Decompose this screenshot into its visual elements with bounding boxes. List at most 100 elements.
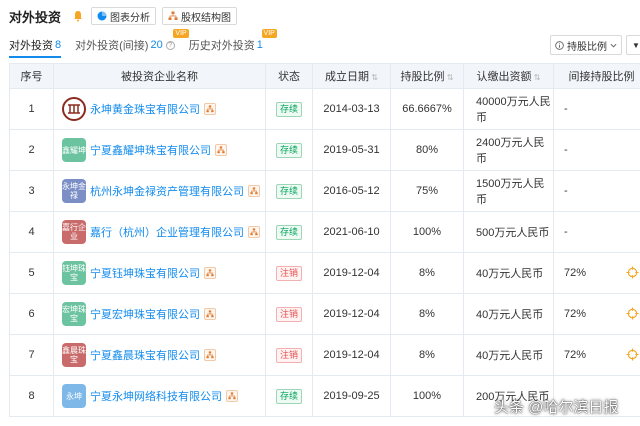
capital-cell: 500万元人民币 bbox=[463, 211, 554, 253]
column-header-index: 序号 bbox=[9, 63, 54, 89]
company-name-link[interactable]: 宁夏永坤网络科技有限公司 bbox=[90, 388, 222, 404]
watermark: 头条 @哈尔滨日报 bbox=[494, 399, 619, 416]
status-cell: 存续 bbox=[265, 88, 313, 130]
indirect-ratio-cell: - bbox=[553, 88, 640, 130]
header-bar: 对外投资 图表分析 股权结构图 bbox=[0, 0, 640, 32]
capital-cell: 1500万元人民币 bbox=[463, 170, 554, 212]
crosshair-icon[interactable] bbox=[626, 307, 639, 320]
company-cell: 鑫晨珠宝 宁夏鑫晨珠宝有限公司 bbox=[53, 334, 266, 376]
indirect-ratio-value: 72% bbox=[564, 308, 587, 320]
column-header-company: 被投资企业名称 bbox=[53, 63, 266, 89]
company-name-link[interactable]: 宁夏鑫耀坤珠宝有限公司 bbox=[90, 142, 211, 158]
tab-indirect-investment[interactable]: 对外投资(间接) 20? VIP bbox=[75, 29, 189, 58]
date-cell: 2021-06-10 bbox=[312, 211, 391, 253]
ratio-cell: 8% bbox=[390, 334, 464, 376]
chart-analysis-button[interactable]: 图表分析 bbox=[91, 7, 157, 25]
status-cell: 注销 bbox=[265, 252, 313, 294]
chart-analysis-label: 图表分析 bbox=[110, 12, 151, 24]
tab-outbound-investment[interactable]: 对外投资 8 bbox=[9, 32, 62, 58]
indirect-ratio-value: - bbox=[564, 226, 568, 238]
equity-structure-button[interactable]: 股权结构图 bbox=[162, 7, 238, 25]
table-row[interactable]: 6 宏坤珠宝 宁夏宏坤珠宝有限公司 注销 2019-12-04 8% 40万元人民币 72% bbox=[9, 293, 640, 335]
company-name-link[interactable]: 永坤黄金珠宝有限公司 bbox=[90, 101, 200, 117]
ratio-cell: 80% bbox=[390, 129, 464, 171]
ratio-cell: 100% bbox=[390, 375, 464, 417]
date-cell: 2019-12-04 bbox=[312, 252, 391, 294]
status-badge: 存续 bbox=[275, 388, 302, 404]
status-cell: 注销 bbox=[265, 293, 313, 335]
indirect-ratio-value: 72% bbox=[564, 349, 587, 361]
company-cell: 嘉行企业 嘉行（杭州）企业管理有限公司 bbox=[53, 211, 266, 253]
status-badge: 存续 bbox=[275, 101, 302, 117]
org-chart-icon[interactable] bbox=[248, 226, 260, 238]
company-logo: 宏坤珠宝 bbox=[62, 302, 86, 326]
column-header-ratio-label: 持股比例 bbox=[400, 71, 445, 83]
date-cell: 2019-09-25 bbox=[312, 375, 391, 417]
date-cell: 2019-12-04 bbox=[312, 334, 391, 376]
company-cell: 永坤金禄 杭州永坤金禄资产管理有限公司 bbox=[53, 170, 266, 212]
company-logo: 永坤金禄 bbox=[62, 179, 86, 203]
column-header-ratio[interactable]: 持股比例 bbox=[390, 63, 464, 89]
sort-button-label: 持股比例 bbox=[567, 41, 607, 53]
status-badge: 注销 bbox=[275, 347, 302, 363]
org-chart-icon[interactable] bbox=[204, 267, 216, 279]
status-badge: 存续 bbox=[275, 183, 302, 199]
indirect-ratio-cell: - bbox=[553, 211, 640, 253]
org-chart-icon[interactable] bbox=[204, 103, 216, 115]
indirect-ratio-value: - bbox=[564, 103, 568, 115]
indirect-ratio-value: - bbox=[564, 185, 568, 197]
tab-label: 对外投资(间接) bbox=[75, 40, 149, 52]
company-cell: 永坤 宁夏永坤网络科技有限公司 bbox=[53, 375, 266, 417]
help-icon[interactable]: ? bbox=[165, 40, 175, 50]
capital-cell: 40万元人民币 bbox=[463, 252, 554, 294]
company-logo: 嘉行企业 bbox=[62, 220, 86, 244]
table-row[interactable]: 2 鑫耀坤 宁夏鑫耀坤珠宝有限公司 存续 2019-05-31 80% 2400万元人民币 - bbox=[9, 129, 640, 171]
status-badge: 注销 bbox=[275, 265, 302, 281]
company-name-link[interactable]: 宁夏鑫晨珠宝有限公司 bbox=[90, 347, 200, 363]
table-row[interactable]: 3 永坤金禄 杭州永坤金禄资产管理有限公司 存续 2016-05-12 75% 1500万元… bbox=[9, 170, 640, 212]
company-name-link[interactable]: 杭州永坤金禄资产管理有限公司 bbox=[90, 183, 244, 199]
ratio-cell: 66.6667% bbox=[390, 88, 464, 130]
status-badge: 注销 bbox=[275, 306, 302, 322]
status-cell: 注销 bbox=[265, 334, 313, 376]
tab-history-investment[interactable]: 历史对外投资 1 VIP bbox=[188, 29, 277, 58]
org-chart-icon[interactable] bbox=[226, 390, 238, 402]
pie-chart-icon bbox=[97, 11, 107, 21]
date-cell: 2019-12-04 bbox=[312, 293, 391, 335]
crosshair-icon[interactable] bbox=[626, 348, 639, 361]
table-row[interactable]: 5 钰坤珠宝 宁夏钰坤珠宝有限公司 注销 2019-12-04 8% 40万元人民币 72% bbox=[9, 252, 640, 294]
sort-dropdown-button[interactable]: 持股比例 bbox=[550, 35, 622, 55]
indirect-ratio-cell: 72% bbox=[553, 293, 640, 335]
date-cell: 2016-05-12 bbox=[312, 170, 391, 212]
org-chart-icon[interactable] bbox=[248, 185, 260, 197]
equity-structure-label: 股权结构图 bbox=[181, 12, 232, 24]
tab-label: 历史对外投资 bbox=[188, 40, 255, 52]
org-chart-icon[interactable] bbox=[215, 144, 227, 156]
row-index: 2 bbox=[9, 129, 54, 171]
column-header-capital[interactable]: 认缴出资额 bbox=[463, 63, 554, 89]
company-name-link[interactable]: 嘉行（杭州）企业管理有限公司 bbox=[90, 224, 244, 240]
bell-icon[interactable] bbox=[71, 9, 85, 23]
row-index: 6 bbox=[9, 293, 54, 335]
status-badge: 存续 bbox=[275, 142, 302, 158]
org-chart-icon[interactable] bbox=[204, 308, 216, 320]
more-dropdown-button[interactable]: ▼ bbox=[626, 35, 640, 55]
status-cell: 存续 bbox=[265, 211, 313, 253]
org-chart-icon[interactable] bbox=[204, 349, 216, 361]
ratio-cell: 8% bbox=[390, 252, 464, 294]
crosshair-icon[interactable] bbox=[626, 266, 639, 279]
tab-count: 8 bbox=[55, 39, 62, 51]
company-name-link[interactable]: 宁夏钰坤珠宝有限公司 bbox=[90, 265, 200, 281]
ratio-cell: 100% bbox=[390, 211, 464, 253]
column-header-status: 状态 bbox=[265, 63, 313, 89]
status-cell: 存续 bbox=[265, 170, 313, 212]
indirect-ratio-value: 72% bbox=[564, 267, 587, 279]
company-logo: 鑫耀坤 bbox=[62, 138, 86, 162]
company-name-link[interactable]: 宁夏宏坤珠宝有限公司 bbox=[90, 306, 200, 322]
table-row[interactable]: 1 永坤黄金珠宝有限公司 存续 2014-03-13 66.6667% 40000万元人民… bbox=[9, 88, 640, 130]
table-row[interactable]: 4 嘉行企业 嘉行（杭州）企业管理有限公司 存续 2021-06-10 100% 500万元… bbox=[9, 211, 640, 253]
capital-cell: 2400万元人民币 bbox=[463, 129, 554, 171]
column-header-date[interactable]: 成立日期 bbox=[312, 63, 391, 89]
company-logo: 鑫晨珠宝 bbox=[62, 343, 86, 367]
table-row[interactable]: 7 鑫晨珠宝 宁夏鑫晨珠宝有限公司 注销 2019-12-04 8% 40万元人民币 72% bbox=[9, 334, 640, 376]
